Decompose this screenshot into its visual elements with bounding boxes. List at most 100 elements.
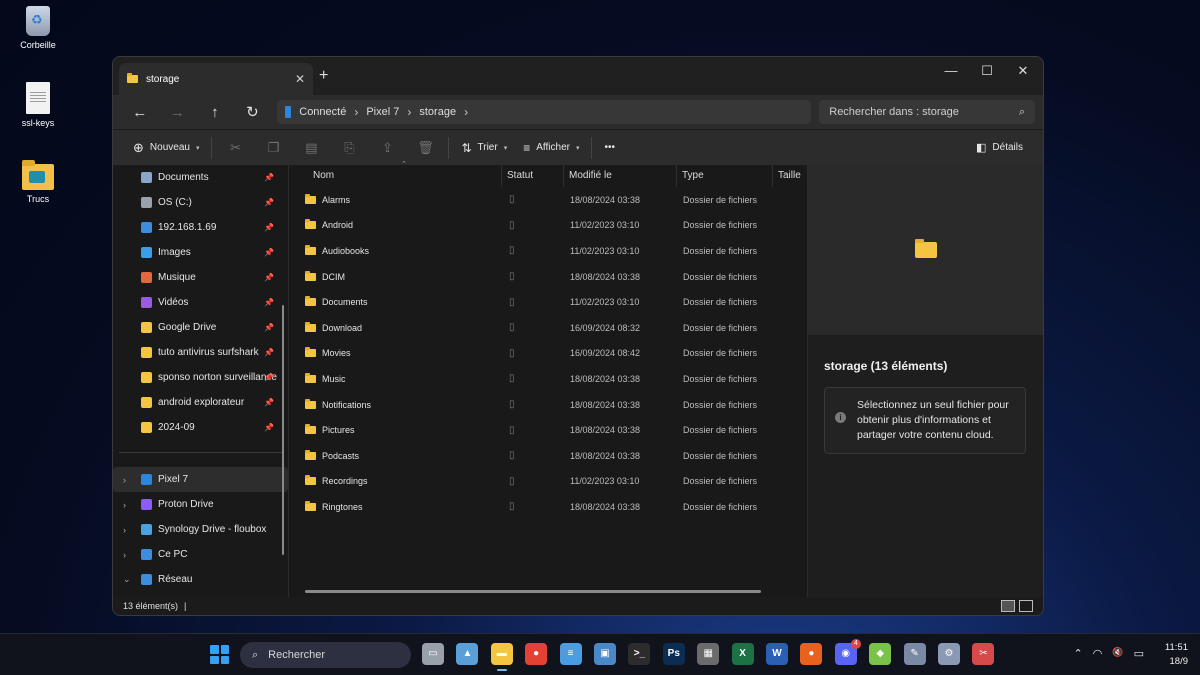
- file-row[interactable]: Alarms ▯ 18/08/2024 03:38 Dossier de fichie…: [289, 187, 807, 213]
- desktop-icon-trucs[interactable]: Trucs: [12, 158, 64, 204]
- sidebar-item[interactable]: Musique 📌: [113, 265, 288, 290]
- sidebar-item[interactable]: Google Drive 📌: [113, 315, 288, 340]
- sidebar-item[interactable]: tuto antivirus surfshark 📌: [113, 340, 288, 365]
- calculator-icon[interactable]: ▦: [697, 643, 720, 665]
- sidebar-item[interactable]: › Synology Drive - floubox: [113, 517, 288, 542]
- pin-icon[interactable]: 📌: [264, 223, 274, 232]
- file-row[interactable]: Pictures ▯ 18/08/2024 03:38 Dossier de fich…: [289, 417, 807, 443]
- address-bar[interactable]: Connecté › Pixel 7 › storage ›: [277, 100, 812, 124]
- pin-icon[interactable]: 📌: [264, 348, 274, 357]
- expand-chevron-icon[interactable]: ⌄: [123, 574, 131, 585]
- pin-icon[interactable]: 📌: [264, 248, 274, 257]
- chrome-icon[interactable]: ●: [525, 643, 548, 665]
- pin-icon[interactable]: 📌: [264, 198, 274, 207]
- photoshop-icon[interactable]: Ps: [662, 643, 685, 665]
- pin-icon[interactable]: 📌: [264, 398, 274, 407]
- up-button[interactable]: ↑: [196, 104, 234, 121]
- delete-icon[interactable]: 🗑: [406, 134, 444, 162]
- file-row[interactable]: Podcasts ▯ 18/08/2024 03:38 Dossier de fich…: [289, 443, 807, 469]
- column-modified[interactable]: Modifié le: [564, 165, 677, 187]
- copy-icon[interactable]: ❐: [254, 134, 292, 162]
- word-icon[interactable]: W: [766, 643, 788, 665]
- notepad-icon[interactable]: ≡: [559, 643, 582, 665]
- color-app-icon[interactable]: ◆: [869, 643, 892, 665]
- pin-icon[interactable]: 📌: [264, 173, 274, 182]
- minimize-button[interactable]: —: [933, 61, 969, 81]
- share-icon[interactable]: ⇪: [368, 134, 406, 162]
- navigation-pane[interactable]: Documents 📌 OS (C:) 📌 192.168.1.69 📌 Images 📌 Mu…: [113, 165, 289, 599]
- paste-icon[interactable]: ▤: [292, 134, 330, 162]
- photos-icon[interactable]: ▲: [456, 643, 479, 665]
- desktop-icon-recycle-bin[interactable]: Corbeille: [12, 6, 64, 50]
- back-button[interactable]: ←: [121, 104, 159, 121]
- sidebar-item[interactable]: › Proton Drive: [113, 492, 288, 517]
- cut-icon[interactable]: ✂: [216, 134, 254, 162]
- rename-icon[interactable]: ⎘: [330, 134, 368, 162]
- details-view-icon[interactable]: [1001, 600, 1015, 612]
- close-window-button[interactable]: ✕: [1005, 61, 1041, 81]
- sidebar-item[interactable]: OS (C:) 📌: [113, 190, 288, 215]
- pin-icon[interactable]: 📌: [264, 298, 274, 307]
- chevron-right-icon[interactable]: ›: [464, 105, 468, 119]
- refresh-button[interactable]: ↻: [234, 103, 272, 121]
- tiles-view-icon[interactable]: [1019, 600, 1033, 612]
- pin-icon[interactable]: 📌: [264, 373, 274, 382]
- breadcrumb-storage[interactable]: storage: [419, 106, 456, 118]
- expand-chevron-icon[interactable]: ›: [123, 550, 126, 560]
- sidebar-item[interactable]: › Pixel 7: [113, 467, 288, 492]
- search-input[interactable]: Rechercher dans : storage ⌕: [819, 100, 1035, 124]
- sort-button[interactable]: ⇅ Trier ▾: [453, 134, 515, 162]
- view-button[interactable]: ≡ Afficher ▾: [515, 134, 587, 162]
- expand-chevron-icon[interactable]: ›: [123, 475, 126, 485]
- sidebar-item[interactable]: Documents 📌: [113, 165, 288, 190]
- file-row[interactable]: Ringtones ▯ 18/08/2024 03:38 Dossier de fic…: [289, 494, 807, 520]
- file-row[interactable]: Android ▯ 11/02/2023 03:10 Dossier de fichi…: [289, 213, 807, 239]
- sidebar-item[interactable]: › Ce PC: [113, 542, 288, 567]
- expand-chevron-icon[interactable]: ›: [123, 500, 126, 510]
- column-name[interactable]: Nom: [289, 165, 502, 187]
- terminal-icon[interactable]: >_: [628, 643, 651, 665]
- column-type[interactable]: Type: [677, 165, 773, 187]
- file-row[interactable]: Download ▯ 16/09/2024 08:32 Dossier de fich…: [289, 315, 807, 341]
- sidebar-item[interactable]: ⌄ Réseau: [113, 567, 288, 592]
- sidebar-item[interactable]: 2024-09 📌: [113, 415, 288, 440]
- snipping-tool-icon[interactable]: ✂: [972, 643, 995, 665]
- start-button[interactable]: [210, 645, 229, 664]
- task-view-icon[interactable]: ▭: [422, 643, 444, 665]
- details-pane-button[interactable]: ◧ Détails: [968, 134, 1031, 162]
- settings-icon[interactable]: ⚙: [938, 643, 960, 665]
- pin-icon[interactable]: 📌: [264, 323, 274, 332]
- wifi-icon[interactable]: ◠: [1093, 647, 1103, 660]
- tab-storage[interactable]: storage ✕: [119, 63, 313, 95]
- new-button[interactable]: ⊕ Nouveau ▾: [125, 134, 207, 162]
- forward-button[interactable]: →: [159, 104, 197, 121]
- pin-icon[interactable]: 📌: [264, 423, 274, 432]
- sidebar-item[interactable]: Images 📌: [113, 240, 288, 265]
- file-row[interactable]: Recordings ▯ 11/02/2023 03:10 Dossier de fi…: [289, 469, 807, 495]
- desktop-icon-ssl-keys[interactable]: ssl-keys: [12, 82, 64, 128]
- pin-icon[interactable]: 📌: [264, 273, 274, 282]
- maximize-button[interactable]: ☐: [969, 61, 1005, 81]
- breadcrumb-connecte[interactable]: Connecté: [299, 106, 346, 118]
- column-size[interactable]: Taille: [773, 165, 807, 187]
- file-row[interactable]: Audiobooks ▯ 11/02/2023 03:10 Dossier de fi…: [289, 238, 807, 264]
- remote-desktop-icon[interactable]: ▣: [594, 643, 616, 665]
- file-row[interactable]: Music ▯ 18/08/2024 03:38 Dossier de fichier…: [289, 366, 807, 392]
- firefox-icon[interactable]: ●: [800, 643, 823, 665]
- file-row[interactable]: Documents ▯ 11/02/2023 03:10 Dossier de fic…: [289, 289, 807, 315]
- sidebar-item[interactable]: Vidéos 📌: [113, 290, 288, 315]
- sidebar-scrollbar[interactable]: [282, 305, 284, 555]
- column-status[interactable]: Statut: [502, 165, 564, 187]
- file-row[interactable]: Movies ▯ 16/09/2024 08:42 Dossier de fichie…: [289, 341, 807, 367]
- horizontal-scrollbar[interactable]: [305, 590, 761, 593]
- close-tab-icon[interactable]: ✕: [295, 72, 305, 86]
- sidebar-item[interactable]: android explorateur 📌: [113, 390, 288, 415]
- more-options-button[interactable]: •••: [596, 134, 623, 162]
- file-explorer-icon[interactable]: ▬: [490, 643, 513, 671]
- breadcrumb-pixel-7[interactable]: Pixel 7: [366, 106, 399, 118]
- volume-icon[interactable]: 🔇: [1112, 647, 1123, 660]
- tray-chevron-icon[interactable]: ⌃: [1074, 647, 1083, 660]
- clock[interactable]: 11:51 18/9: [1165, 641, 1188, 669]
- taskbar-search[interactable]: ⌕ Rechercher: [240, 642, 411, 668]
- file-row[interactable]: Notifications ▯ 18/08/2024 03:38 Dossier de…: [289, 392, 807, 418]
